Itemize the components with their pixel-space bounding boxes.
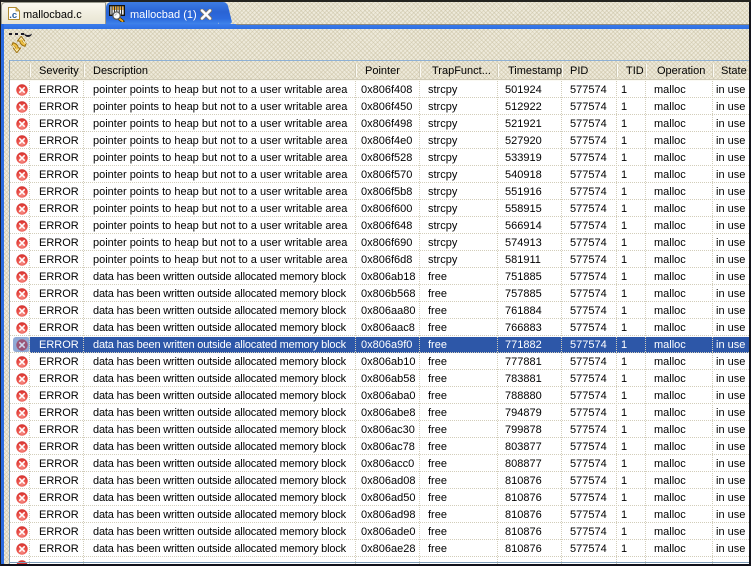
svg-text:.c: .c	[9, 10, 17, 20]
